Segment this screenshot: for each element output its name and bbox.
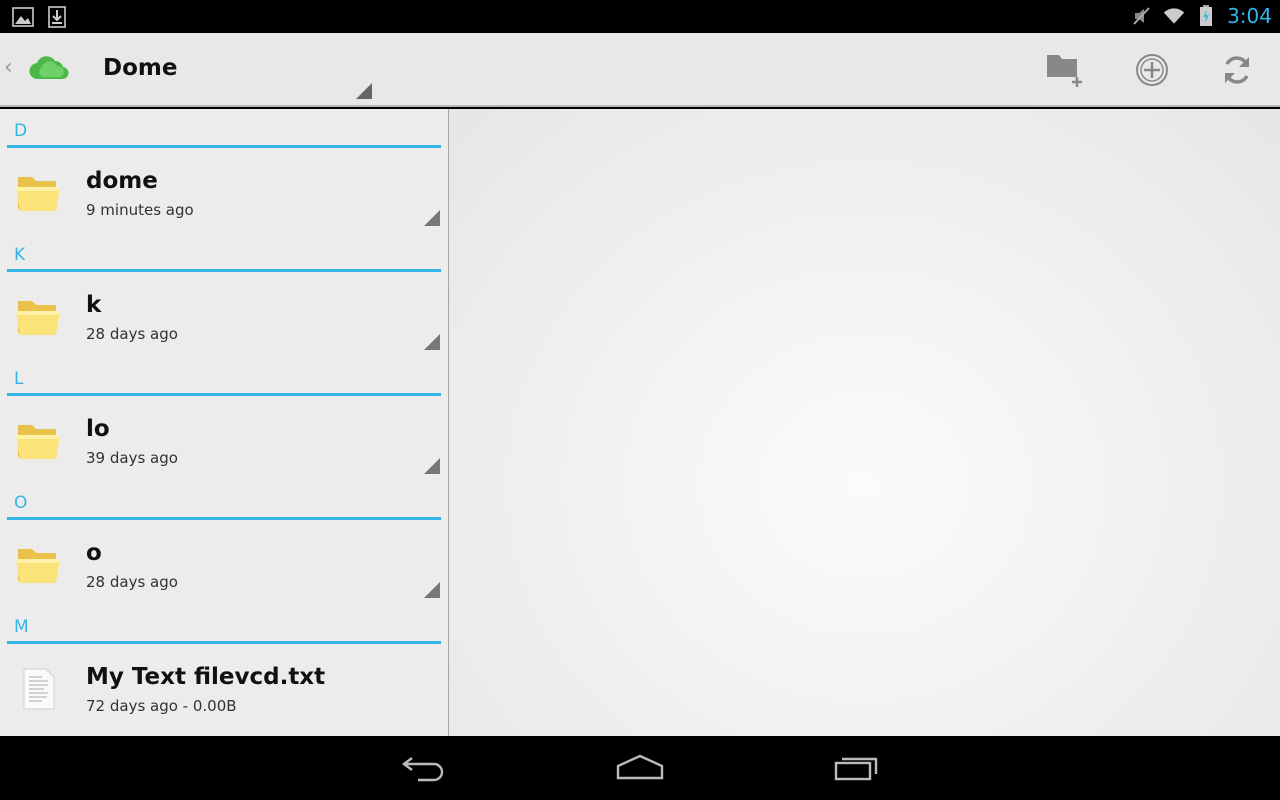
section-letter: L	[14, 369, 24, 389]
back-icon	[402, 757, 444, 782]
list-item[interactable]: o 28 days ago	[0, 521, 448, 605]
content-area: Ddome 9 minutes ago Kk 28 days ago Llo 39 day…	[0, 109, 1280, 736]
gallery-notification-icon	[12, 6, 34, 28]
cloud-icon[interactable]	[28, 55, 70, 87]
section-divider	[7, 517, 441, 520]
list-item[interactable]: My Text filevcd.txt 72 days ago - 0.00B	[0, 645, 448, 729]
plus-circle-icon	[1136, 54, 1168, 86]
list-item[interactable]: dome 9 minutes ago	[0, 149, 448, 233]
item-menu-indicator-icon[interactable]	[424, 458, 440, 474]
section-header: K	[0, 233, 448, 273]
refresh-icon	[1225, 56, 1249, 84]
section-header: L	[0, 357, 448, 397]
account-spinner[interactable]: Dome	[88, 33, 376, 105]
back-button[interactable]	[384, 748, 464, 788]
section-divider	[7, 145, 441, 148]
section-letter: D	[14, 121, 28, 141]
refresh-button[interactable]	[1212, 47, 1262, 93]
detail-pane	[449, 109, 1280, 736]
section-header: M	[0, 605, 448, 645]
section-letter: O	[14, 493, 28, 513]
home-icon	[616, 754, 664, 780]
action-bar-title: Dome	[103, 55, 178, 81]
section-header: O	[0, 481, 448, 521]
folder-icon	[14, 543, 62, 587]
item-name: o	[86, 540, 102, 566]
action-bar: ‹ Dome	[0, 33, 1280, 107]
recent-apps-button[interactable]	[817, 748, 897, 788]
status-bar: 3:04	[0, 0, 1280, 33]
list-item[interactable]: lo 39 days ago	[0, 397, 448, 481]
wifi-icon	[1163, 5, 1185, 27]
item-name: k	[86, 292, 102, 318]
recent-apps-icon	[834, 757, 878, 781]
item-menu-indicator-icon[interactable]	[424, 210, 440, 226]
section-divider	[7, 641, 441, 644]
file-list[interactable]: Ddome 9 minutes ago Kk 28 days ago Llo 39 day…	[0, 109, 448, 736]
item-menu-indicator-icon[interactable]	[424, 334, 440, 350]
item-menu-indicator-icon[interactable]	[424, 582, 440, 598]
section-divider	[7, 269, 441, 272]
section-header: D	[0, 109, 448, 149]
muted-icon	[1131, 5, 1153, 27]
new-folder-button[interactable]	[1040, 47, 1090, 93]
spinner-indicator-icon	[356, 83, 372, 99]
download-notification-icon	[46, 6, 68, 28]
text-file-icon	[14, 667, 62, 711]
item-name: lo	[86, 416, 110, 442]
section-divider	[7, 393, 441, 396]
item-meta: 72 days ago - 0.00B	[86, 697, 237, 715]
item-name: My Text filevcd.txt	[86, 664, 326, 690]
add-button[interactable]	[1127, 47, 1177, 93]
folder-icon	[14, 295, 62, 339]
item-meta: 39 days ago	[86, 449, 178, 467]
battery-charging-icon	[1195, 5, 1217, 27]
item-name: dome	[86, 168, 158, 194]
home-button[interactable]	[600, 748, 680, 788]
navigation-bar	[0, 736, 1280, 800]
folder-icon	[14, 419, 62, 463]
section-letter: K	[14, 245, 26, 265]
folder-icon	[14, 171, 62, 215]
item-meta: 9 minutes ago	[86, 201, 194, 219]
item-meta: 28 days ago	[86, 325, 178, 343]
section-letter: M	[14, 617, 29, 637]
up-caret-icon[interactable]: ‹	[4, 55, 13, 80]
folder-add-icon	[1047, 55, 1082, 87]
item-meta: 28 days ago	[86, 573, 178, 591]
clock: 3:04	[1227, 4, 1272, 28]
list-item[interactable]: k 28 days ago	[0, 273, 448, 357]
